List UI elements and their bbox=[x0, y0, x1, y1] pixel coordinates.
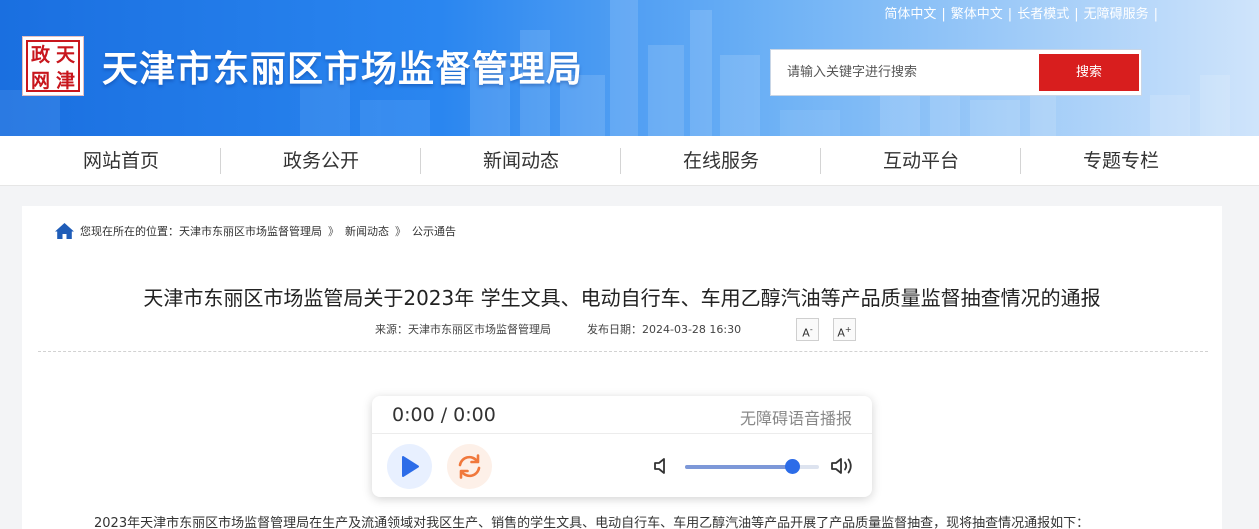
breadcrumb-item-bureau[interactable]: 天津市东丽区市场监督管理局 bbox=[179, 223, 322, 239]
volume-fill bbox=[685, 465, 793, 469]
nav-item-home[interactable]: 网站首页 bbox=[21, 136, 221, 186]
play-icon bbox=[402, 456, 419, 477]
nav-item-online-services[interactable]: 在线服务 bbox=[621, 136, 821, 186]
volume-knob[interactable] bbox=[784, 459, 800, 474]
breadcrumb-arrow: 》 bbox=[328, 225, 339, 238]
breadcrumb-arrow: 》 bbox=[395, 225, 406, 238]
main-nav: 网站首页 政务公开 新闻动态 在线服务 互动平台 专题专栏 bbox=[0, 136, 1259, 186]
title-divider bbox=[38, 351, 1208, 352]
breadcrumb-item-news[interactable]: 新闻动态 bbox=[345, 223, 389, 239]
article-date: 发布日期：2024-03-28 16:30 bbox=[587, 323, 742, 336]
site-logo-seal[interactable]: 政 天 网 津 bbox=[22, 36, 84, 96]
nav-item-special-topics[interactable]: 专题专栏 bbox=[1021, 136, 1221, 186]
volume-low-icon[interactable] bbox=[652, 456, 674, 476]
logo-char: 政 bbox=[30, 44, 50, 66]
article-source: 来源：天津市东丽区市场监督管理局 bbox=[375, 323, 551, 336]
logo-char: 津 bbox=[55, 70, 75, 92]
breadcrumb: 您现在所在的位置： 天津市东丽区市场监督管理局 》 新闻动态 》 公示通告 bbox=[54, 222, 456, 240]
top-links: 简体中文 | 繁体中文 | 长者模式 | 无障碍服务 | bbox=[884, 7, 1158, 22]
article-body-first-line: 2023年天津市东丽区市场监督管理局在生产及流通领域对我区生产、销售的学生文具、… bbox=[94, 516, 1090, 529]
logo-char: 天 bbox=[55, 44, 75, 66]
site-header: 简体中文 | 繁体中文 | 长者模式 | 无障碍服务 | 政 天 网 津 天津市东丽区市场监督… bbox=[0, 0, 1259, 136]
accessibility-link[interactable]: 无障碍服务 bbox=[1084, 7, 1149, 22]
elder-mode-link[interactable]: 长者模式 bbox=[1017, 7, 1069, 22]
player-time: 0:00 / 0:00 bbox=[392, 404, 496, 426]
player-divider bbox=[372, 433, 872, 434]
search-input[interactable] bbox=[771, 50, 1039, 95]
breadcrumb-prefix: 您现在所在的位置： bbox=[80, 225, 179, 238]
site-title: 天津市东丽区市场监督管理局 bbox=[102, 49, 584, 90]
nav-item-interaction[interactable]: 互动平台 bbox=[821, 136, 1021, 186]
font-decrease-button[interactable]: A- bbox=[796, 318, 819, 341]
traditional-chinese-link[interactable]: 繁体中文 bbox=[951, 7, 1003, 22]
article-panel: 您现在所在的位置： 天津市东丽区市场监督管理局 》 新闻动态 》 公示通告 天津… bbox=[22, 206, 1222, 529]
play-button[interactable] bbox=[387, 444, 432, 489]
logo-char: 网 bbox=[30, 70, 50, 92]
font-increase-button[interactable]: A+ bbox=[833, 318, 856, 341]
loop-icon bbox=[458, 454, 481, 479]
article-title: 天津市东丽区市场监管局关于2023年 学生文具、电动自行车、车用乙醇汽油等产品质… bbox=[143, 286, 1101, 310]
tts-audio-player: 0:00 / 0:00 无障碍语音播报 bbox=[372, 396, 872, 497]
nav-item-government-affairs[interactable]: 政务公开 bbox=[221, 136, 421, 186]
volume-slider[interactable] bbox=[685, 459, 819, 474]
loop-button[interactable] bbox=[447, 444, 492, 489]
tts-label: 无障碍语音播报 bbox=[739, 409, 852, 428]
search-button[interactable]: 搜索 bbox=[1039, 54, 1139, 91]
breadcrumb-item-notices[interactable]: 公示通告 bbox=[412, 223, 456, 239]
simplified-chinese-link[interactable]: 简体中文 bbox=[884, 7, 936, 22]
nav-item-news[interactable]: 新闻动态 bbox=[421, 136, 621, 186]
volume-high-icon[interactable] bbox=[829, 455, 855, 477]
home-icon bbox=[55, 223, 74, 239]
article-meta: 来源：天津市东丽区市场监督管理局 发布日期：2024-03-28 16:30 bbox=[375, 321, 741, 337]
search-box: 搜索 bbox=[770, 49, 1142, 96]
